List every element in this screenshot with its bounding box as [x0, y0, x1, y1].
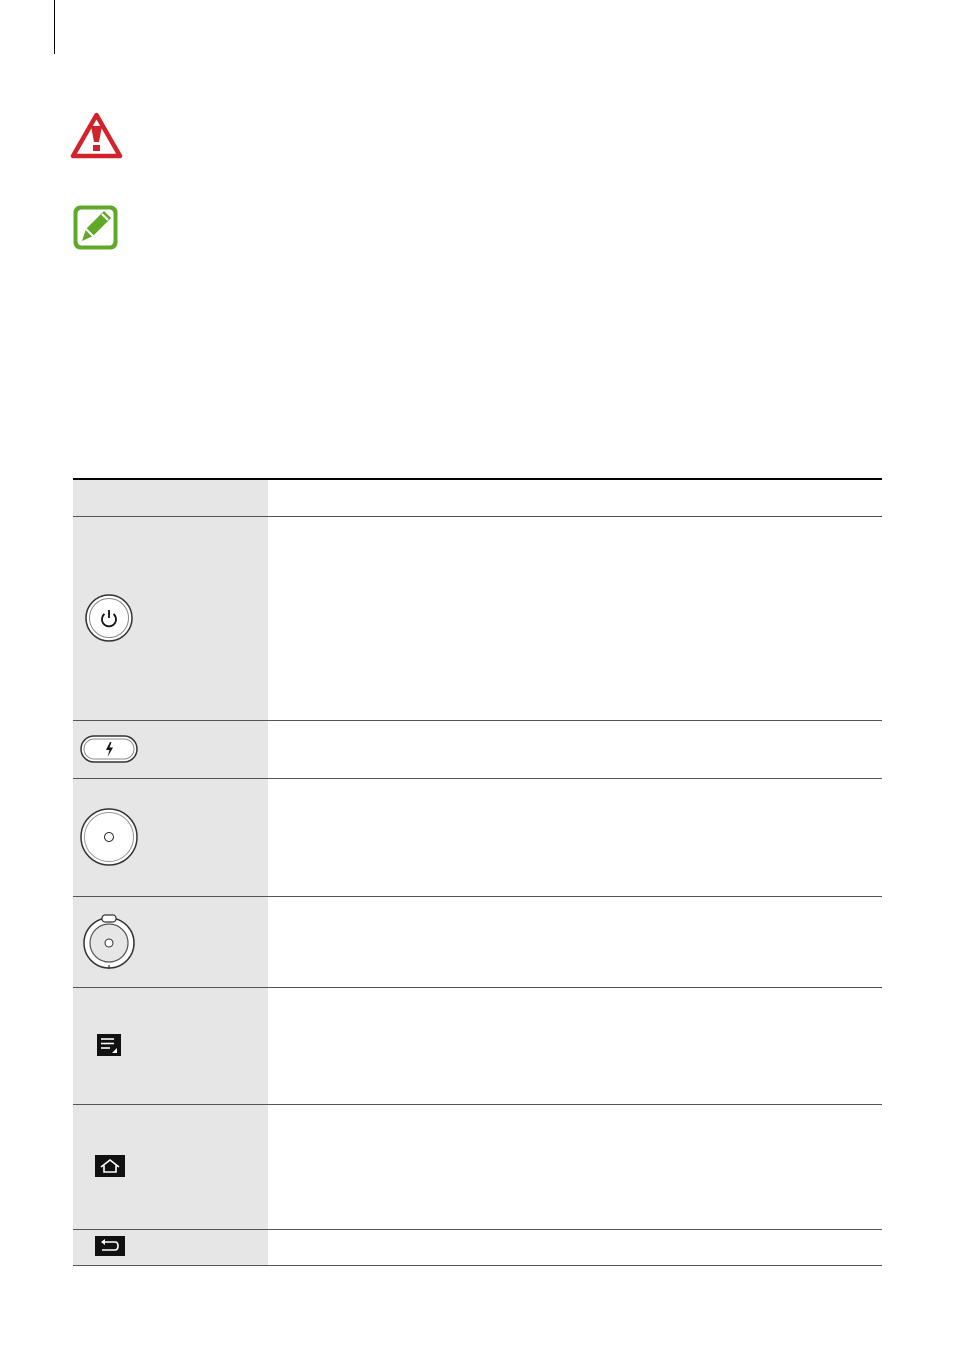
- key-cell: [73, 1229, 268, 1266]
- shutter-button-icon: [80, 807, 268, 867]
- home-key-icon: [80, 1154, 268, 1180]
- function-cell: [268, 778, 882, 897]
- function-cell: [268, 987, 882, 1105]
- keys-table: [73, 478, 882, 1266]
- table-row: [73, 896, 882, 988]
- key-cell: [73, 778, 268, 897]
- table-header-row: [73, 478, 882, 517]
- function-cell: [268, 720, 882, 779]
- note-icon: [71, 203, 120, 252]
- table-row: [73, 1104, 882, 1230]
- key-cell: [73, 1104, 268, 1230]
- power-button-icon: [80, 588, 268, 648]
- table-row: [73, 720, 882, 779]
- key-column-header: [73, 478, 268, 517]
- zoom-ring-icon: [80, 912, 268, 972]
- table-row: [73, 987, 882, 1105]
- warning-icon: [70, 112, 123, 160]
- table-row: [73, 516, 882, 721]
- page-margin-rule: [54, 0, 55, 54]
- function-column-header: [268, 478, 882, 517]
- back-key-icon: [80, 1235, 268, 1259]
- key-cell: [73, 987, 268, 1105]
- flash-button-icon: [80, 734, 268, 764]
- table-row: [73, 778, 882, 897]
- function-cell: [268, 1104, 882, 1230]
- key-cell: [73, 516, 268, 721]
- function-cell: [268, 1229, 882, 1266]
- table-row: [73, 1229, 882, 1266]
- key-cell: [73, 896, 268, 988]
- function-cell: [268, 516, 882, 721]
- function-cell: [268, 896, 882, 988]
- key-cell: [73, 720, 268, 779]
- menu-key-icon: [80, 1033, 268, 1059]
